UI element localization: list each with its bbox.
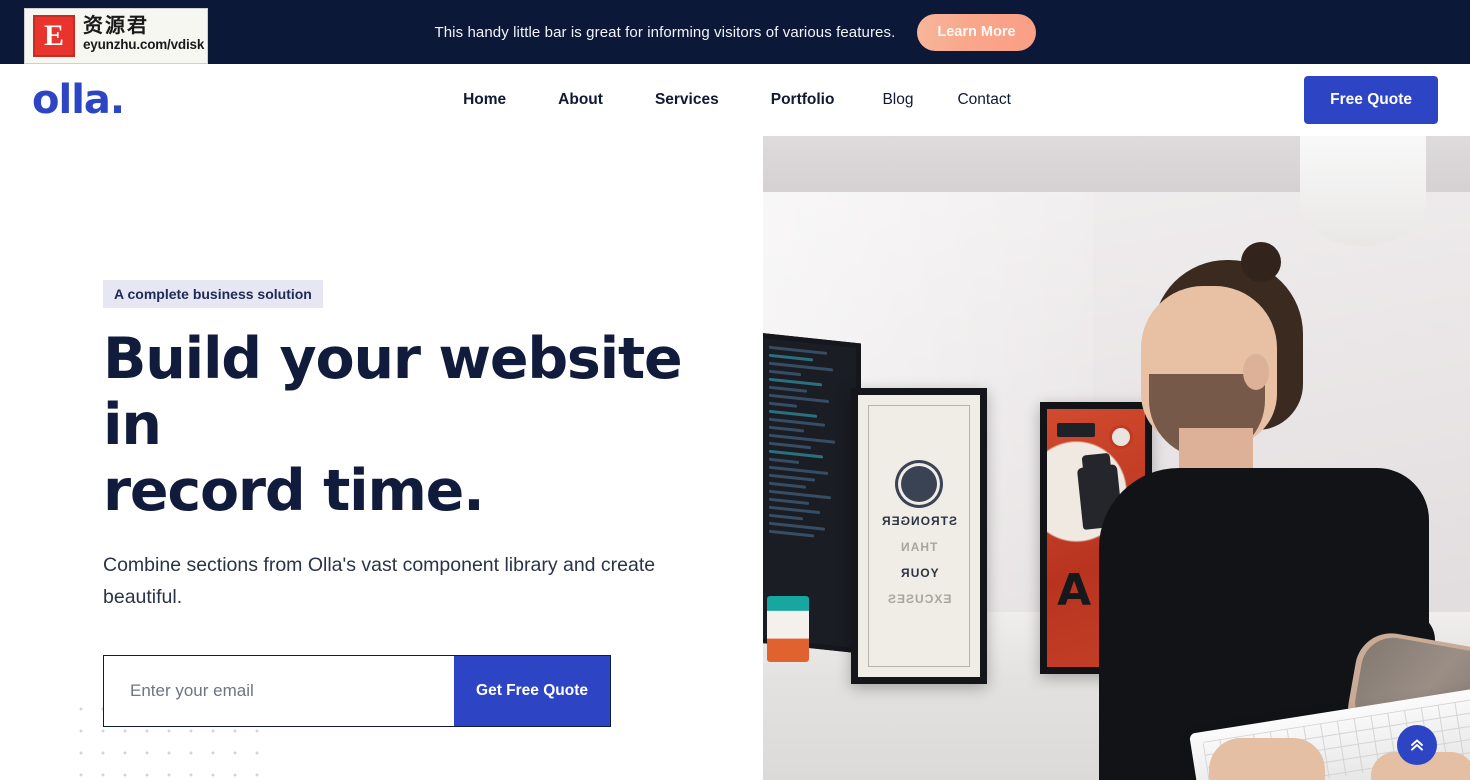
photo-poster-line-3: YOUR [899,566,939,580]
hero-headline: Build your website in record time. [103,326,723,524]
nav-item-home[interactable]: Home [437,91,532,109]
photo-poster-motivational: STRONGER THAN YOUR EXCUSES [851,388,987,684]
brand-logo[interactable]: olla. [32,80,125,120]
double-chevron-up-icon [1411,739,1423,751]
nav-item-about[interactable]: About [532,91,629,109]
photo-poster-line-4: EXCUSES [886,592,952,606]
email-signup-form: Get Free Quote [103,654,611,727]
hero-photo: STRONGER THAN YOUR EXCUSES A [763,136,1470,780]
hero-headline-line-1: Build your website in [103,326,683,459]
photo-poster-red-tag [1057,423,1095,437]
nav-item-portfolio[interactable]: Portfolio [745,91,861,109]
free-quote-button[interactable]: Free Quote [1304,76,1438,124]
learn-more-button[interactable]: Learn More [917,13,1036,51]
hero-copy: A complete business solution Build your … [103,280,723,727]
primary-navigation: Home About Services Portfolio Blog Conta… [437,91,1033,109]
hero-subtitle: Combine sections from Olla's vast compon… [103,554,656,608]
photo-person-hair-bun [1241,242,1281,282]
announcement-bar: This handy little bar is great for infor… [0,0,1470,64]
watermark-badge-letter: E [43,19,64,52]
nav-item-blog[interactable]: Blog [860,91,935,109]
announcement-text: This handy little bar is great for infor… [434,23,896,41]
nav-item-services[interactable]: Services [629,91,745,109]
nav-item-contact[interactable]: Contact [935,91,1032,109]
watermark-text: 资源君 eyunzhu.com/vdisk [83,15,204,52]
hero-headline-line-2: record time. [103,458,485,525]
photo-cup [767,596,809,662]
photo-poster-line-2: THAN [900,540,938,554]
watermark-badge-icon: E [33,15,75,57]
watermark-chinese-title: 资源君 [83,13,149,37]
hero-content-column: A complete business solution Build your … [0,136,763,780]
photo-person-ear [1243,354,1269,390]
watermark-url: eyunzhu.com/vdisk [83,37,205,52]
hero-section: A complete business solution Build your … [0,136,1470,780]
photo-poster-gear-icon [901,466,937,502]
email-input[interactable] [104,655,455,726]
photo-person-left-hand [1209,738,1325,780]
get-free-quote-button[interactable]: Get Free Quote [454,655,610,726]
photo-poster-red-letter: A [1057,565,1092,616]
main-navbar: olla. Home About Services Portfolio Blog… [0,64,1470,136]
hero-eyebrow-badge: A complete business solution [103,280,323,308]
landing-page: This handy little bar is great for infor… [0,0,1470,780]
photo-pendant-lamp [1300,136,1426,246]
scroll-to-top-button[interactable] [1397,725,1437,765]
photo-person [1093,242,1470,780]
watermark-logo: E 资源君 eyunzhu.com/vdisk [24,8,208,64]
photo-poster-line-1: STRONGER [880,514,957,528]
